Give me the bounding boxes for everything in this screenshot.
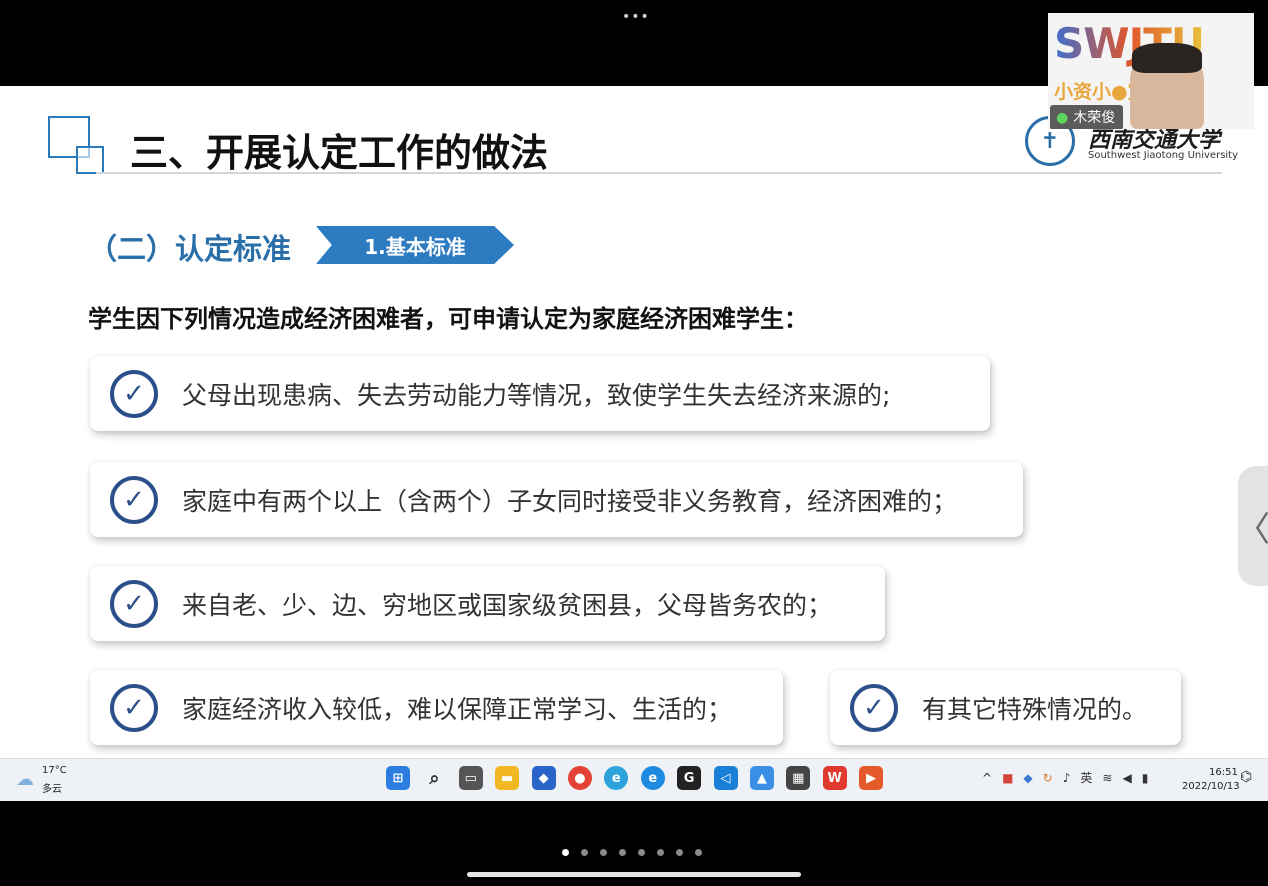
more-menu-icon[interactable]: ••• [622,9,650,25]
page-dot[interactable] [581,849,588,856]
page-dot[interactable] [695,849,702,856]
microphone-icon: ● [1056,110,1069,126]
home-indicator[interactable] [467,872,801,877]
page-indicator [562,849,714,856]
taskbar-apps: ⊞ ⌕ ▭ ▬ ◆ ● e e G ◁ ▲ ▦ W ▶ [386,766,895,790]
battery-icon[interactable]: ▮ [1142,771,1149,785]
page-dot[interactable] [676,849,683,856]
intro-text: 学生因下列情况造成经济困难者，可申请认定为家庭经济困难学生： [88,305,808,333]
taskbar: ☁ 17°C 多云 ⊞ ⌕ ▭ ▬ ◆ ● e e G ◁ ▲ ▦ W ▶ ^ … [0,758,1268,801]
criteria-card: ✓ 有其它特殊情况的。 [830,670,1181,745]
file-explorer-icon[interactable]: ▬ [495,766,520,790]
speaker-hair [1132,43,1202,73]
check-circle-icon: ✓ [110,579,158,628]
criteria-text: 家庭中有两个以上（含两个）子女同时接受非义务教育，经济困难的； [182,486,958,516]
criteria-card: ✓ 家庭中有两个以上（含两个）子女同时接受非义务教育，经济困难的； [90,462,1023,537]
chevron-left-icon: 〈 [1236,509,1268,550]
speaker-name: 木荣俊 [1073,110,1116,126]
input-language[interactable]: 英 [1080,769,1092,786]
wps-icon[interactable]: W [822,766,847,790]
clock-date[interactable]: 2022/10/13 [1182,781,1240,792]
side-panel-toggle[interactable]: 〈 [1236,466,1268,586]
task-view-icon[interactable]: ▭ [458,766,483,790]
chevron-up-icon[interactable]: ^ [982,771,992,785]
microphone-tray-icon[interactable]: ♪ [1063,771,1071,785]
basic-standard-chip: 1.基本标准 [316,226,514,264]
clock-time[interactable]: 16:51 [1209,767,1238,778]
system-tray: ^ ■ ◆ ↻ ♪ 英 ≋ ◀ ▮ [982,769,1158,786]
search-icon[interactable]: ⌕ [422,766,446,790]
criteria-text: 有其它特殊情况的。 [922,694,1148,724]
photos-icon[interactable]: ▲ [749,766,774,790]
media-icon[interactable]: ▦ [786,766,811,790]
app-icon[interactable]: ◆ [531,766,556,790]
start-icon[interactable]: ⊞ [386,766,410,790]
presentation-slide: 三、开展认定工作的做法 ✝ 西南交通大学 Southwest Jiaotong … [0,86,1268,758]
page-dot[interactable] [638,849,645,856]
edge-icon[interactable]: e [640,766,665,790]
volume-icon[interactable]: ◀ [1122,771,1131,785]
speaker-video[interactable]: SWJTU 小资小●宣讲团 ● 木荣俊 [1048,13,1254,129]
criteria-card: ✓ 父母出现患病、失去劳动能力等情况，致使学生失去经济来源的; [90,356,990,431]
section-subheading: （二）认定标准 [88,232,292,266]
notification-icon[interactable]: ⌬ [1240,769,1252,785]
criteria-text: 家庭经济收入较低，难以保障正常学习、生活的； [182,694,733,724]
check-circle-icon: ✓ [850,683,898,732]
title-divider [96,172,1222,174]
chrome-icon[interactable]: ● [567,766,592,790]
check-circle-icon: ✓ [110,683,158,732]
criteria-card: ✓ 家庭经济收入较低，难以保障正常学习、生活的； [90,670,783,745]
wifi-icon[interactable]: ≋ [1102,771,1112,785]
check-circle-icon: ✓ [110,369,158,418]
weather-desc[interactable]: 多云 [42,780,62,795]
criteria-text: 来自老、少、边、穷地区或国家级贫困县，父母皆务农的； [182,590,833,620]
vscode-icon[interactable]: ◁ [713,766,738,790]
app-g-icon[interactable]: G [677,766,702,790]
check-circle-icon: ✓ [110,475,158,524]
security-icon[interactable]: ◆ [1023,771,1032,785]
sync-icon[interactable]: ↻ [1043,771,1053,785]
page-dot[interactable] [657,849,664,856]
edge-beta-icon[interactable]: e [604,766,629,790]
university-name-en: Southwest Jiaotong University [1088,150,1239,161]
page-dot[interactable] [619,849,626,856]
player-icon[interactable]: ▶ [859,766,884,790]
weather-temp[interactable]: 17°C [42,765,67,776]
cloud-icon[interactable]: ☁ [16,769,34,790]
slide-title: 三、开展认定工作的做法 [130,131,549,175]
criteria-card: ✓ 来自老、少、边、穷地区或国家级贫困县，父母皆务农的； [90,566,885,641]
speaker-name-tag: ● 木荣俊 [1050,105,1124,129]
page-dot[interactable] [600,849,607,856]
decorative-square-small [76,146,104,174]
criteria-text: 父母出现患病、失去劳动能力等情况，致使学生失去经济来源的; [182,380,891,410]
page-dot-active[interactable] [562,849,569,856]
tray-app-icon[interactable]: ■ [1002,771,1013,785]
